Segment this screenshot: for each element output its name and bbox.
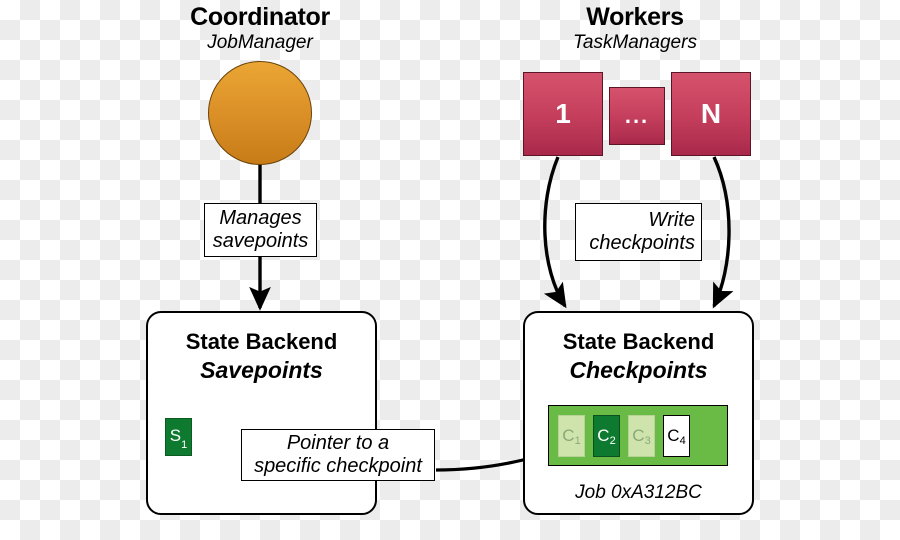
pointer-note-line1: Pointer to a: [286, 431, 390, 454]
worker-node-1-label: 1: [555, 98, 571, 129]
checkpoint-backend-title: State Backend: [562, 329, 715, 354]
checkpoint-backend-subtitle: Checkpoints: [569, 357, 708, 383]
workers-title: Workers: [586, 3, 684, 31]
edge-label-manages-savepoints: Manages savepoints: [204, 203, 317, 257]
savepoint-chip-s1[interactable]: S1: [165, 418, 192, 456]
checkpoint-chip-c2[interactable]: C2: [593, 414, 620, 457]
checkpoint-chip-c1-label: C1: [562, 425, 581, 447]
checkpoint-chip-c3[interactable]: C3: [628, 414, 655, 457]
checkpoint-chip-c2-label: C2: [597, 425, 616, 447]
coordinator-title: Coordinator: [190, 3, 330, 31]
edge-label-write-checkpoints-line2: checkpoints: [589, 232, 695, 254]
edge-label-write-checkpoints-line1: Write: [648, 208, 695, 231]
pointer-note-box: Pointer to a specific checkpoint: [241, 429, 435, 481]
savepoint-backend-subtitle: Savepoints: [200, 357, 323, 383]
savepoint-chip-s1-label: S1: [169, 425, 188, 452]
checkpoint-chip-c1[interactable]: C1: [558, 414, 585, 457]
checkpoint-chip-c4-label: C4: [667, 425, 686, 447]
checkpoint-job-label: Job 0xA312BC: [575, 482, 702, 503]
workers-subtitle: TaskManagers: [573, 32, 697, 53]
checkpoint-chip-c3-label: C3: [632, 425, 651, 447]
arrow-layer: [191, 156, 734, 472]
worker-node-ellipsis-label: ...: [624, 103, 650, 128]
worker-node-n[interactable]: N: [671, 72, 751, 156]
checkpoint-strip: C1 C2 C3 C4: [548, 405, 728, 466]
diagram-canvas: Coordinator JobManager Workers TaskManag…: [0, 0, 900, 540]
edge-label-write-checkpoints: Write checkpoints: [575, 203, 702, 261]
coordinator-node-icon[interactable]: [208, 61, 312, 165]
edge-label-manages-savepoints-line2: savepoints: [212, 230, 309, 252]
checkpoint-chip-c4[interactable]: C4: [663, 414, 690, 457]
coordinator-subtitle: JobManager: [207, 32, 313, 53]
arrow-worker1-to-checkpoints: [543, 156, 567, 309]
worker-node-n-label: N: [700, 98, 722, 129]
worker-node-ellipsis: ...: [609, 87, 665, 145]
arrow-workerN-to-checkpoints: [712, 156, 734, 309]
savepoint-backend-title: State Backend: [185, 329, 338, 354]
worker-node-1[interactable]: 1: [523, 72, 603, 156]
pointer-note-line2: specific checkpoint: [254, 455, 422, 477]
edge-label-manages-savepoints-line1: Manages: [219, 206, 302, 229]
